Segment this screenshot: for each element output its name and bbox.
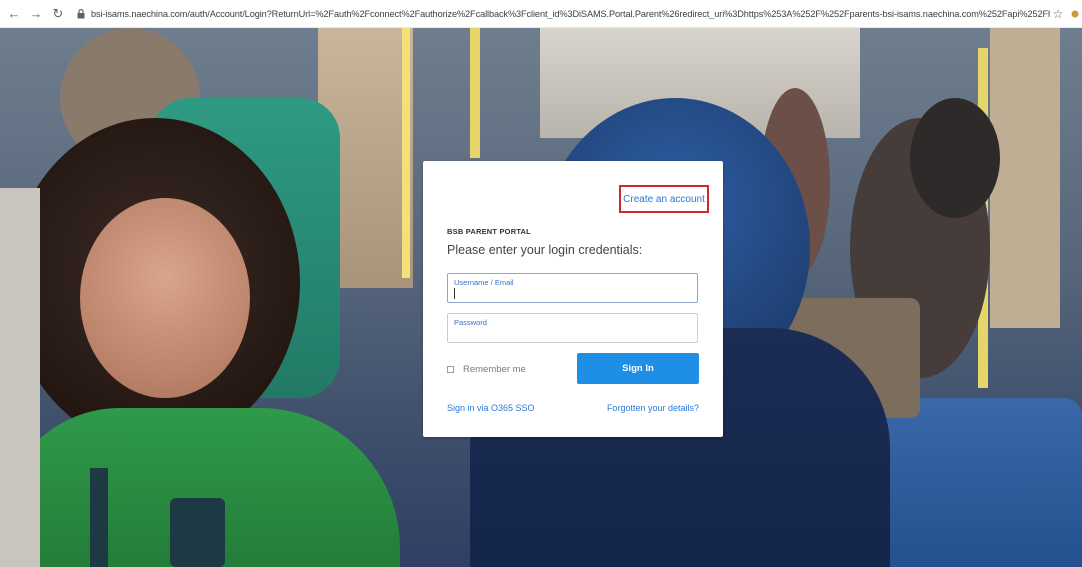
- address-bar[interactable]: bsi-isams.naechina.com/auth/Account/Logi…: [91, 9, 1050, 19]
- extension-icon[interactable]: [1070, 7, 1080, 21]
- remember-me-checkbox[interactable]: [447, 366, 454, 373]
- create-account-link[interactable]: Create an account: [619, 185, 709, 213]
- lock-icon[interactable]: [74, 7, 88, 21]
- forgotten-details-link[interactable]: Forgotten your details?: [607, 403, 699, 413]
- password-field[interactable]: Password: [447, 313, 698, 343]
- username-label: Username / Email: [454, 278, 514, 287]
- browser-toolbar: ← → ↻ bsi-isams.naechina.com/auth/Accoun…: [0, 0, 1082, 28]
- sso-signin-link[interactable]: Sign in via O365 SSO: [447, 403, 535, 413]
- username-input[interactable]: [453, 287, 691, 300]
- login-card: Create an account BSB PARENT PORTAL Plea…: [423, 161, 723, 437]
- password-label: Password: [454, 318, 487, 327]
- portal-title: BSB PARENT PORTAL: [447, 227, 531, 236]
- forward-arrow-icon[interactable]: →: [26, 4, 46, 24]
- password-input[interactable]: [453, 327, 691, 340]
- star-icon[interactable]: ☆: [1050, 7, 1066, 21]
- remember-me[interactable]: Remember me: [447, 364, 526, 375]
- login-instructions: Please enter your login credentials:: [447, 243, 643, 257]
- reload-icon[interactable]: ↻: [48, 4, 68, 24]
- username-field[interactable]: Username / Email: [447, 273, 698, 303]
- remember-me-label: Remember me: [463, 364, 526, 375]
- sign-in-button[interactable]: Sign In: [577, 353, 699, 384]
- back-arrow-icon[interactable]: ←: [4, 4, 24, 24]
